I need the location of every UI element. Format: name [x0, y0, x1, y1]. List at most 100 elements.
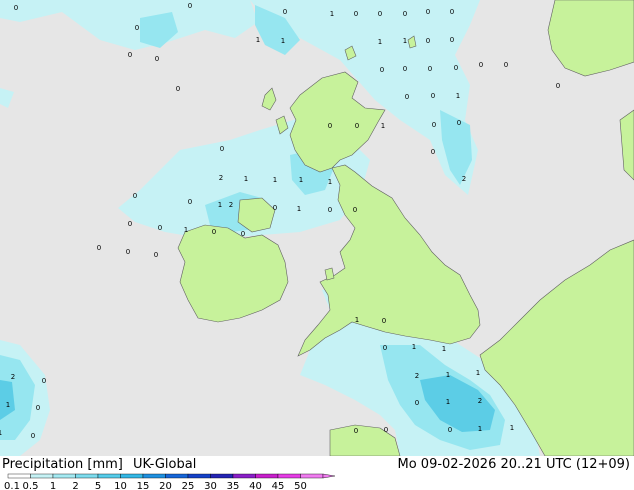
precip-value: 1 [378, 38, 382, 46]
precip-value: 1 [299, 176, 303, 184]
colorbar-swatch [232, 473, 256, 479]
precip-value: 0 [426, 37, 430, 45]
colorbar-swatch [277, 473, 301, 479]
precip-value: 1 [256, 36, 260, 44]
title-left: Precipitation [mm] UK-Global [2, 457, 202, 472]
precip-value: 0 [36, 404, 40, 412]
precip-value: 0 [403, 10, 407, 18]
precip-value: 1 [244, 175, 248, 183]
precip-value: 2 [219, 174, 223, 182]
precip-value: 0 [354, 427, 358, 435]
colorbar-arrow [322, 473, 336, 479]
precip-value: 1 [381, 122, 385, 130]
precip-value: 1 [442, 345, 446, 353]
colorbar-swatch [300, 473, 324, 479]
colorbar-tick: 25 [182, 481, 195, 490]
precip-value: 1 [328, 178, 332, 186]
precip-value: 0 [431, 92, 435, 100]
precip-value: 0 [154, 251, 158, 259]
colorbar-swatch [75, 473, 99, 479]
precip-value: 0 [450, 36, 454, 44]
precip-value: 0 [479, 61, 483, 69]
precip-value: 0 [128, 51, 132, 59]
colorbar-tick: 35 [227, 481, 240, 490]
precip-value: 0 [126, 248, 130, 256]
precip-value: 1 [281, 37, 285, 45]
colorbar-swatch [187, 473, 211, 479]
colorbar-tick: 45 [272, 481, 285, 490]
precip-value: 2 [462, 175, 466, 183]
precip-value: 0 [504, 61, 508, 69]
precip-value: 0 [158, 224, 162, 232]
precip-value: 1 [478, 425, 482, 433]
precip-value: 1 [412, 343, 416, 351]
precip-value: 2 [229, 201, 233, 209]
precip-value: 1 [456, 92, 460, 100]
precip-value: 0 [354, 10, 358, 18]
precip-value: 1 [446, 398, 450, 406]
colorbar: 0.1 0.5 1 2 5 10 15 20 25 30 35 40 45 50 [4, 473, 336, 490]
colorbar-tick: 15 [137, 481, 150, 490]
precip-value: 0 [448, 426, 452, 434]
precip-value: 0 [328, 206, 332, 214]
precip-value: 0 [135, 24, 139, 32]
precip-value: 1 [510, 424, 514, 432]
colorbar-swatch [7, 473, 31, 479]
precip-value: 0 [353, 206, 357, 214]
precip-value: 1 [218, 201, 222, 209]
precip-value: 1 [184, 226, 188, 234]
precip-value: 0 [14, 4, 18, 12]
colorbar-tick: 50 [294, 481, 307, 490]
precip-value: 1 [446, 371, 450, 379]
precip-value: 0 [97, 244, 101, 252]
precip-value: 0 [426, 8, 430, 16]
precip-value: 0 [428, 65, 432, 73]
precipitation-map: 0 0000001 11 0 0 0 0 01 1 0 00 0 0 0 0 000 0 11 00000202 1 1… [0, 0, 634, 456]
precip-value: 0 [133, 192, 137, 200]
precip-value: 2 [415, 372, 419, 380]
precip-value: 1 [297, 205, 301, 213]
precip-value: 0 [382, 317, 386, 325]
precip-value: 0 [42, 377, 46, 385]
colorbar-swatch [210, 473, 234, 479]
precip-value: 0 [273, 204, 277, 212]
precip-value: 0 [212, 228, 216, 236]
precip-value: 0 [383, 344, 387, 352]
colorbar-swatch [30, 473, 54, 479]
precip-value: 0 [355, 122, 359, 130]
precip-value: 0 [283, 8, 287, 16]
variable-label: Precipitation [mm] [2, 457, 123, 472]
precip-value: 0 [128, 220, 132, 228]
precip-value: 0 [556, 82, 560, 90]
colorbar-tick: 40 [249, 481, 262, 490]
precip-value: 0 [405, 93, 409, 101]
precip-value: 0 [403, 65, 407, 73]
precip-value: 0 [432, 121, 436, 129]
colorbar-tick: 0.1 [4, 481, 20, 490]
precip-value: 0 [328, 122, 332, 130]
precip-value: 0 [188, 198, 192, 206]
datetime-label: Mo 09-02-2026 20..21 UTC (12+09) [397, 457, 631, 472]
colorbar-swatch [52, 473, 76, 479]
precip-value: 0 [431, 148, 435, 156]
footer: Precipitation [mm] UK-Global Mo 09-02-20… [0, 456, 634, 490]
colorbar-swatch [255, 473, 279, 479]
precip-value: 0 [155, 55, 159, 63]
precip-value: 0 [380, 66, 384, 74]
precip-value: 1 [0, 429, 2, 437]
precip-value: 1 [355, 316, 359, 324]
colorbar-tick: 2 [72, 481, 78, 490]
precip-value: 1 [273, 176, 277, 184]
colorbar-swatch [120, 473, 144, 479]
precip-value: 0 [450, 8, 454, 16]
precip-value: 0 [188, 2, 192, 10]
precip-value: 2 [478, 397, 482, 405]
colorbar-swatch [165, 473, 189, 479]
precip-value: 0 [378, 10, 382, 18]
precip-value: 0 [415, 399, 419, 407]
precip-value: 0 [384, 426, 388, 434]
precip-value: 0 [241, 230, 245, 238]
precip-value: 0 [457, 119, 461, 127]
precip-value: 2 [11, 373, 15, 381]
precip-value: 1 [403, 37, 407, 45]
